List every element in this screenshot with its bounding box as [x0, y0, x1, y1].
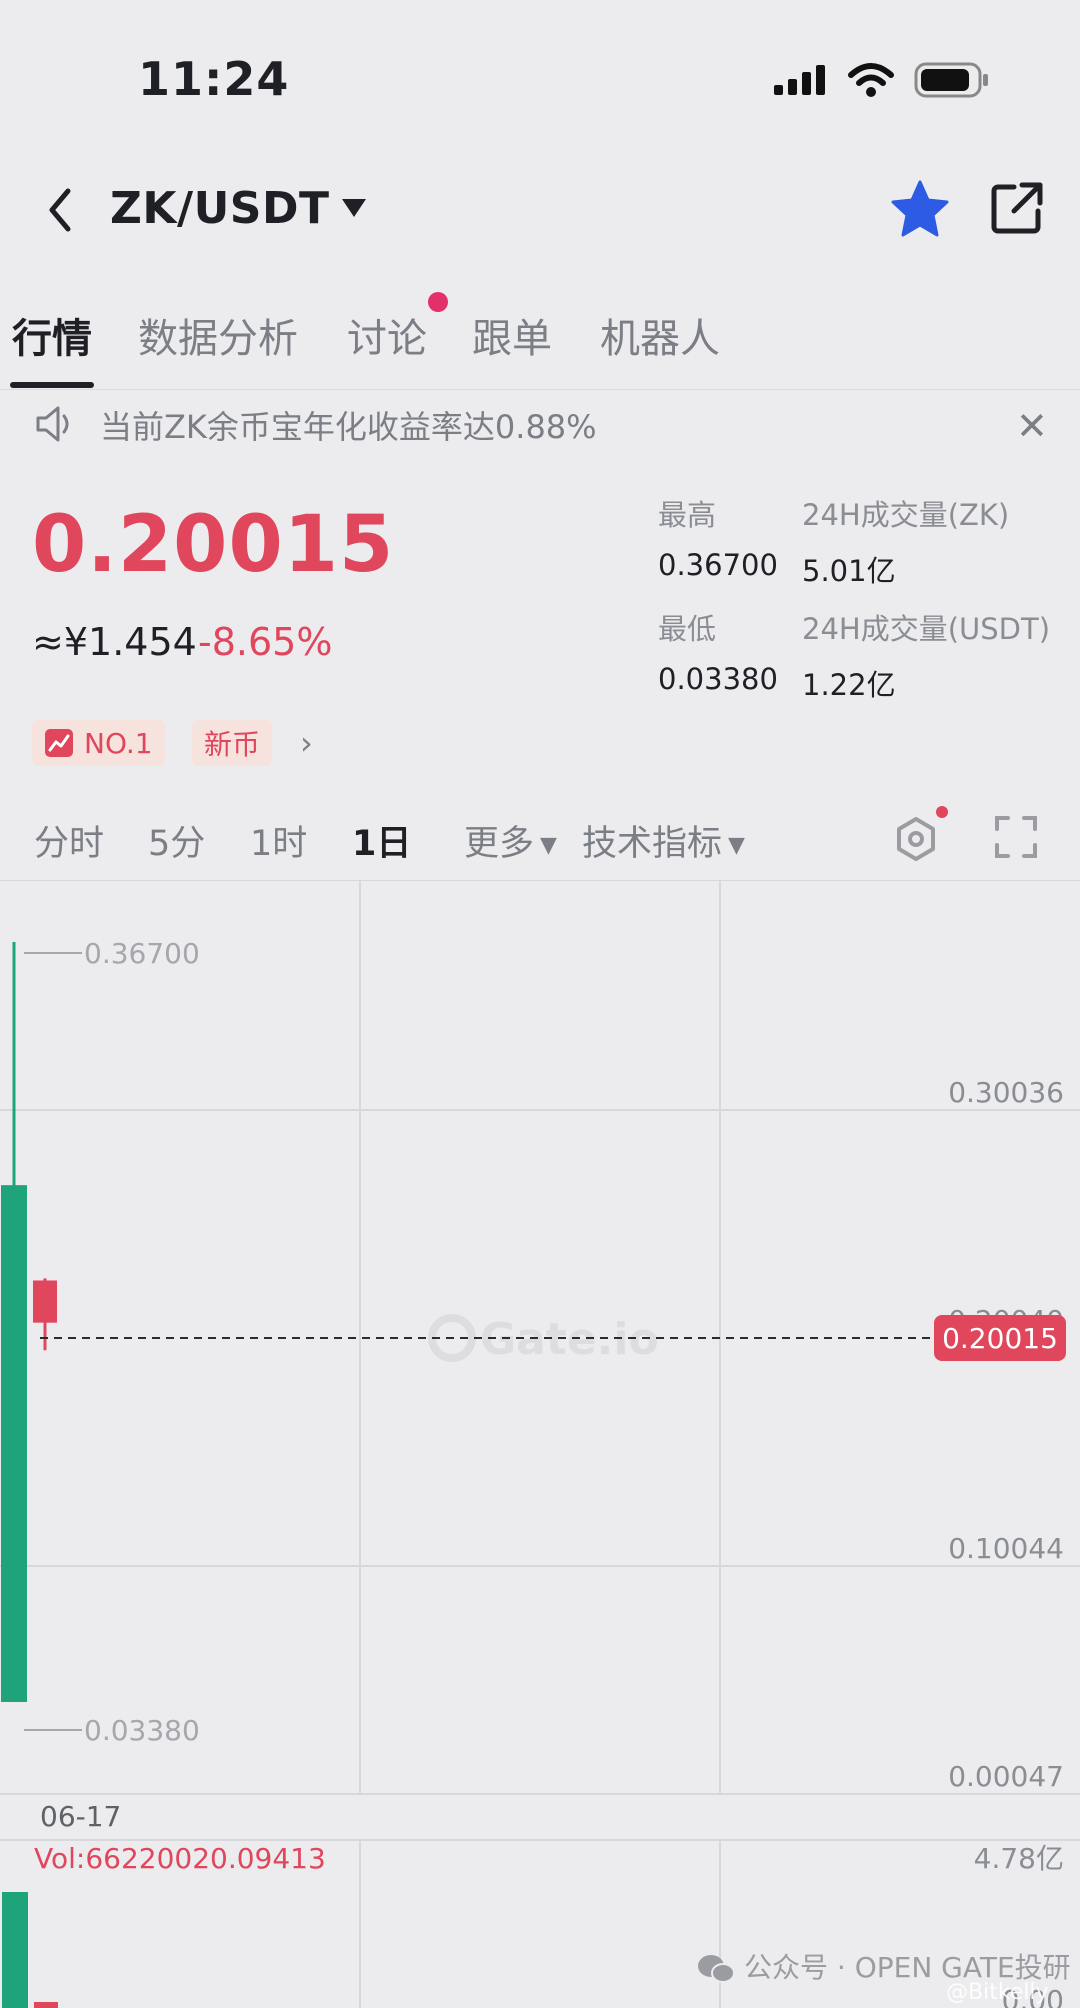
header: ZK/USDT	[0, 165, 1080, 255]
status-icons	[774, 62, 990, 98]
tab-market[interactable]: 行情	[12, 306, 92, 364]
close-icon[interactable]: ✕	[1016, 404, 1048, 448]
price-change: -8.65%	[198, 620, 333, 664]
current-price-tag-label: 0.20015	[942, 1322, 1058, 1355]
notification-dot	[428, 292, 448, 312]
tab-discussion[interactable]: 讨论	[347, 306, 427, 364]
interval-5m[interactable]: 5分	[148, 815, 205, 866]
volume-max-label: 4.78亿	[974, 1842, 1064, 1875]
pair-title[interactable]: ZK/USDT	[110, 183, 330, 234]
chart-icon	[45, 729, 73, 757]
caret-down-icon: ▼	[728, 832, 745, 858]
interval-1d[interactable]: 1日	[352, 815, 411, 866]
new-coin-badge[interactable]: 新币	[192, 720, 273, 766]
high-value: 0.36700	[658, 548, 778, 582]
chevron-down-icon[interactable]	[340, 197, 368, 219]
interval-1h[interactable]: 1时	[250, 815, 307, 866]
tab-data-analysis[interactable]: 数据分析	[138, 306, 298, 364]
candlestick-chart[interactable]: Gate.io 0.30036 0.20040 0.10044 0.00047 …	[0, 880, 1080, 2008]
vol-usdt-value: 1.22亿	[802, 668, 896, 702]
share-icon[interactable]	[990, 181, 1044, 235]
y-tick-label: 0.10044	[948, 1532, 1064, 1565]
high-label: 最高	[658, 498, 717, 532]
market-page: 11:24 ZK/USDT 行情 数据分析 讨论 跟单 机器人 当前ZK余币宝年…	[0, 0, 1080, 2008]
vol-zk-value: 5.01亿	[802, 554, 896, 588]
battery-icon	[914, 62, 988, 98]
tab-bar: 行情 数据分析 讨论 跟单 机器人	[0, 300, 1080, 390]
chart-settings-icon[interactable]	[892, 815, 940, 863]
status-time: 11:24	[138, 52, 290, 106]
rank-badge-label: NO.1	[84, 726, 153, 760]
wifi-icon	[848, 63, 894, 97]
fullscreen-icon[interactable]	[994, 815, 1038, 859]
signal-icon	[774, 65, 825, 95]
x-tick-label: 06-17	[40, 1800, 121, 1833]
notice-text: 当前ZK余币宝年化收益率达0.88%	[100, 408, 597, 446]
speaker-icon	[36, 406, 69, 442]
interval-more[interactable]: 更多 ▼	[464, 815, 557, 866]
rank-badge[interactable]: NO.1	[32, 720, 165, 766]
notice-banner[interactable]: 当前ZK余币宝年化收益率达0.88% ✕	[0, 392, 1080, 456]
low-value: 0.03380	[658, 662, 778, 696]
interval-timeshare[interactable]: 分时	[34, 815, 104, 866]
active-tab-indicator	[10, 382, 94, 388]
chart-grid	[0, 880, 1080, 2008]
settings-dot	[936, 806, 948, 818]
volume-bar	[2, 1892, 28, 2008]
high-marker-label: 0.36700	[84, 937, 200, 970]
cny-price: ≈¥1.454	[32, 620, 197, 664]
caret-down-icon: ▼	[540, 832, 557, 858]
candle-body	[1, 1185, 27, 1702]
user-watermark: @Bitkelly	[946, 1980, 1049, 2005]
chevron-right-icon[interactable]: ›	[300, 724, 313, 762]
tab-bots[interactable]: 机器人	[600, 306, 720, 364]
low-label: 最低	[658, 612, 717, 646]
wechat-icon	[698, 1955, 735, 1983]
watermark-text: Gate.io	[480, 1314, 659, 1365]
gate-watermark: Gate.io	[428, 1314, 659, 1365]
last-price: 0.20015	[32, 500, 395, 590]
volume-label: Vol:66220020.09413	[34, 1842, 326, 1875]
vol-usdt-label: 24H成交量(USDT)	[802, 612, 1051, 646]
volume-bar	[34, 2002, 58, 2008]
y-tick-label: 0.30036	[948, 1076, 1064, 1109]
tab-copy-trading[interactable]: 跟单	[472, 306, 552, 364]
y-tick-label: 0.00047	[948, 1760, 1064, 1793]
indicators-label: 技术指标	[582, 824, 723, 864]
favorite-star-icon[interactable]	[890, 179, 950, 239]
vol-zk-label: 24H成交量(ZK)	[802, 498, 1010, 532]
low-marker-label: 0.03380	[84, 1714, 200, 1747]
indicators-menu[interactable]: 技术指标 ▼	[582, 815, 745, 866]
new-coin-label: 新币	[204, 728, 261, 761]
candle-body	[33, 1280, 57, 1323]
interval-more-label: 更多	[464, 824, 535, 864]
back-icon[interactable]	[40, 183, 80, 237]
